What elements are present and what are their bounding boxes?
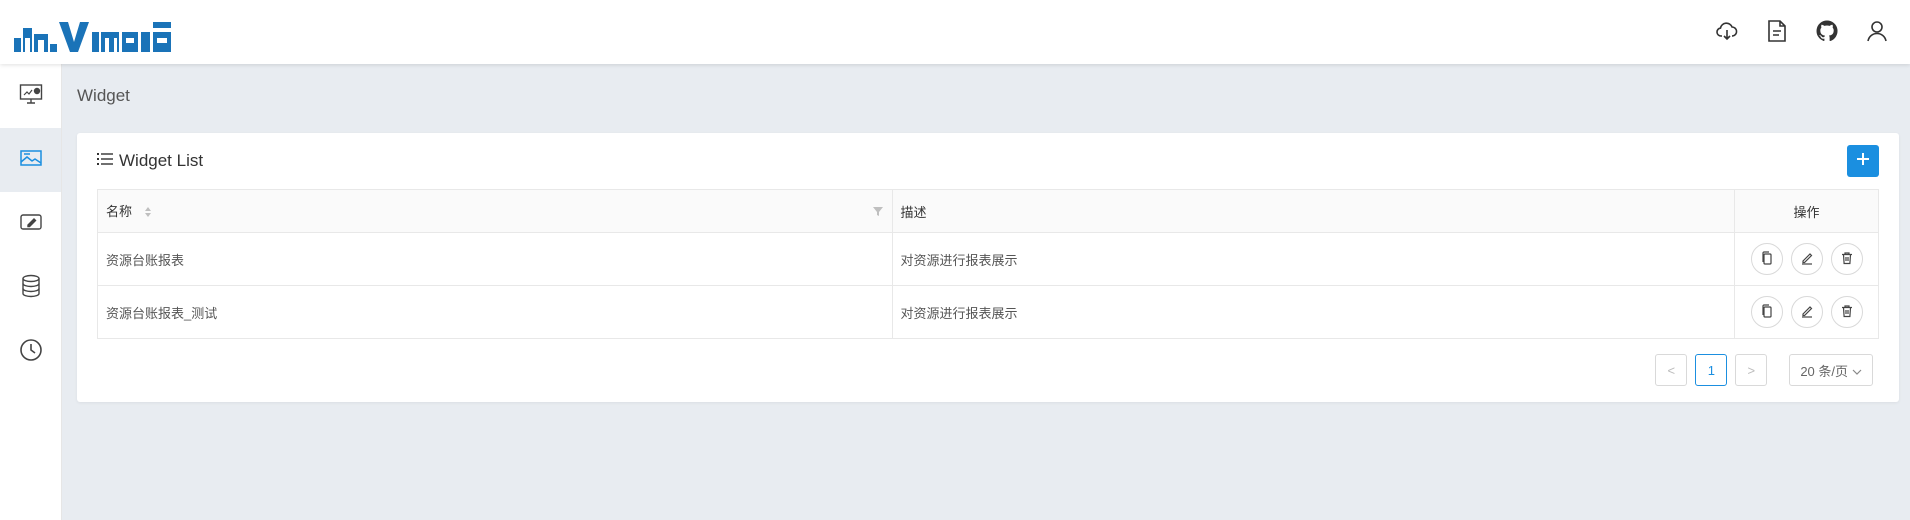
column-header-description: 描述: [891, 189, 1736, 233]
sort-icon[interactable]: [144, 206, 152, 221]
plus-icon: [1856, 152, 1870, 171]
table-row[interactable]: 资源台账报表 对资源进行报表展示: [97, 232, 1879, 286]
trash-icon: [1840, 304, 1854, 321]
copy-button[interactable]: [1750, 296, 1783, 328]
add-widget-button[interactable]: [1847, 145, 1879, 177]
row-name[interactable]: 资源台账报表_测试: [97, 285, 893, 339]
logo[interactable]: [14, 12, 174, 52]
row-actions: [1734, 232, 1879, 286]
card-title-text: Widget List: [119, 151, 204, 170]
edit-button[interactable]: [1790, 243, 1823, 275]
row-name[interactable]: 资源台账报表: [97, 232, 893, 286]
widget-icon: [19, 148, 43, 173]
edit-icon: [1800, 304, 1814, 321]
table-row[interactable]: 资源台账报表_测试 对资源进行报表展示: [97, 285, 1879, 339]
database-icon: [20, 274, 42, 303]
cloud-download-icon[interactable]: [1712, 16, 1742, 46]
edit-icon: [1800, 251, 1814, 268]
sidebar-item-widget[interactable]: [0, 128, 61, 192]
delete-button[interactable]: [1830, 296, 1863, 328]
card-title: Widget List: [97, 151, 203, 171]
table-header-row: 名称 描述 操作: [97, 189, 1879, 233]
schedule-icon: [19, 338, 43, 367]
delete-button[interactable]: [1830, 243, 1863, 275]
edit-icon: [19, 212, 43, 237]
sidebar-item-display[interactable]: [0, 192, 61, 256]
copy-button[interactable]: [1750, 243, 1783, 275]
document-icon[interactable]: [1762, 16, 1792, 46]
github-icon[interactable]: [1812, 16, 1842, 46]
widget-list-card: Widget List 名称 描述 操作 资源台账报表 对资源进行报表展示 资源…: [77, 133, 1899, 402]
column-header-name[interactable]: 名称: [97, 189, 893, 233]
user-icon[interactable]: [1862, 16, 1892, 46]
prev-page-button[interactable]: <: [1655, 354, 1688, 386]
breadcrumb: Widget: [77, 86, 130, 105]
widget-table: 名称 描述 操作 资源台账报表 对资源进行报表展示 资源台账报表_测试 对资源进…: [97, 189, 1879, 339]
page-size-label: 20 条/页: [1800, 363, 1848, 379]
dashboard-icon: [19, 83, 43, 110]
sidebar: [0, 64, 62, 520]
column-name-label: 名称: [106, 204, 133, 220]
pagination: < 1 > 20 条/页: [1655, 354, 1873, 386]
edit-button[interactable]: [1790, 296, 1823, 328]
row-description: 对资源进行报表展示: [891, 232, 1736, 286]
sidebar-item-source[interactable]: [0, 256, 61, 320]
copy-icon: [1760, 250, 1774, 268]
copy-icon: [1760, 303, 1774, 321]
row-actions: [1734, 285, 1879, 339]
list-icon: [97, 151, 113, 171]
row-description: 对资源进行报表展示: [891, 285, 1736, 339]
next-page-button[interactable]: >: [1735, 354, 1768, 386]
page-size-select[interactable]: 20 条/页: [1789, 354, 1873, 386]
sidebar-item-dashboard[interactable]: [0, 64, 61, 128]
page-1-button[interactable]: 1: [1695, 354, 1728, 386]
column-header-actions: 操作: [1734, 189, 1879, 233]
filter-icon[interactable]: [872, 205, 884, 220]
chevron-down-icon: [1852, 363, 1862, 378]
sidebar-item-schedule[interactable]: [0, 320, 61, 384]
top-header: [0, 0, 1910, 64]
trash-icon: [1840, 251, 1854, 268]
